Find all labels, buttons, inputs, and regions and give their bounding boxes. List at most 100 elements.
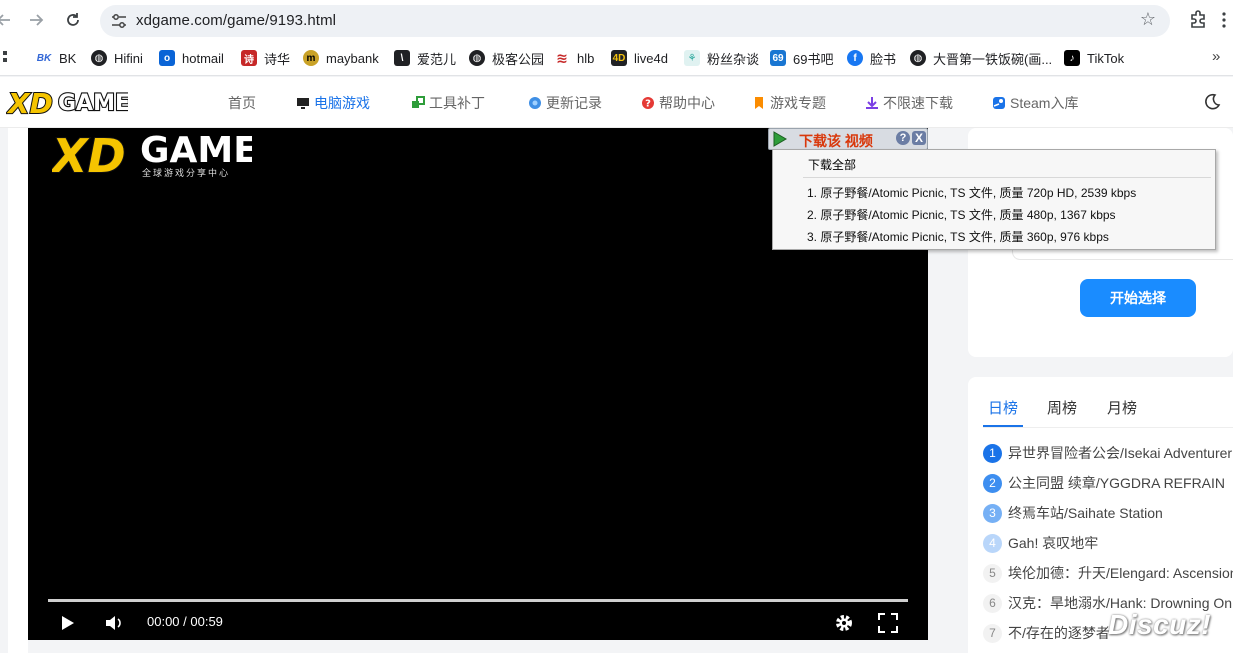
download-option[interactable]: 3. 原子野餐/Atomic Picnic, TS 文件, 质量 360p, 9… (807, 228, 1109, 245)
bookmark-geekpark[interactable]: ◍ 极客公园 (469, 49, 544, 67)
close-icon[interactable]: X (912, 131, 926, 145)
help-icon: ? (642, 97, 654, 110)
play-button[interactable] (58, 612, 78, 634)
list-item[interactable]: 7 不/存在的逐梦者 (983, 623, 1110, 643)
video-time: 00:00 / 00:59 (147, 614, 223, 629)
ifanr-icon: \ (394, 50, 410, 66)
list-item[interactable]: 3 终焉车站/Saihate Station (983, 503, 1163, 523)
list-item[interactable]: 2 公主同盟 续章/YGGDRA REFRAIN (983, 473, 1225, 493)
bookmark-icon (755, 97, 763, 109)
svg-text:GAME: GAME (140, 130, 252, 171)
discuz-watermark: Discuz! (1108, 609, 1212, 640)
bookmark-dajin[interactable]: ◍ 大晋第一铁饭碗(画... (910, 49, 1052, 67)
tab-weekly[interactable]: 周榜 (1047, 397, 1077, 418)
svg-text:XD: XD (6, 87, 53, 120)
bookmark-maybank[interactable]: m maybank (303, 49, 379, 67)
hlb-icon: ≋ (556, 49, 568, 66)
bookmark-live4d[interactable]: 4D live4d (611, 49, 668, 67)
bookmark-shihua[interactable]: 诗诗华 (241, 49, 290, 67)
play-icon (62, 616, 74, 630)
rank-title: 终焉车站/Saihate Station (1008, 505, 1163, 521)
site-settings-icon[interactable] (110, 12, 128, 30)
forward-button[interactable] (24, 8, 48, 32)
rank-title: 异世界冒险者公会/Isekai Adventurer (1008, 445, 1233, 461)
steam-icon (993, 97, 1005, 109)
bookmark-tiktok[interactable]: ♪ TikTok (1064, 49, 1124, 67)
browser-toolbar: xdgame.com/game/9193.html ☆ (0, 0, 1233, 40)
svg-text:GAME: GAME (58, 91, 128, 116)
menu-divider (803, 177, 1211, 178)
reload-button[interactable] (61, 8, 85, 32)
list-item[interactable]: 5 埃伦加德：升天/Elengard: Ascension (983, 563, 1233, 583)
video-progress-bar[interactable] (48, 599, 908, 602)
download-video-bar[interactable]: 下载该 视频 ? X (768, 128, 928, 150)
back-button[interactable] (0, 8, 16, 32)
settings-button[interactable] (833, 612, 855, 634)
dark-mode-icon[interactable] (1203, 93, 1221, 111)
extensions-icon[interactable] (1186, 8, 1210, 32)
rank-badge: 1 (983, 443, 1002, 463)
site-logo[interactable]: XD GAME (6, 85, 128, 121)
bookmark-ifanr[interactable]: \ 爱范儿 (394, 49, 456, 67)
update-icon (529, 97, 541, 109)
apps-grid-icon[interactable] (0, 51, 8, 65)
fullscreen-icon (878, 613, 898, 633)
list-item[interactable]: 4 Gah! 哀叹地牢 (983, 533, 1098, 553)
tab-monthly[interactable]: 月榜 (1107, 397, 1137, 418)
reload-icon (67, 13, 79, 26)
nav-home[interactable]: 首页 (228, 94, 256, 112)
address-bar[interactable]: xdgame.com/game/9193.html ☆ (100, 5, 1170, 37)
globe-icon: ◍ (469, 50, 485, 66)
facebook-icon: f (847, 50, 863, 66)
content-card-edge (8, 128, 28, 653)
download-option[interactable]: 1. 原子野餐/Atomic Picnic, TS 文件, 质量 720p HD… (807, 184, 1136, 201)
bookmark-facebook[interactable]: f 脸书 (847, 49, 896, 67)
bookmark-star-icon[interactable]: ☆ (1140, 9, 1156, 30)
bookmark-fans[interactable]: ⚘ 粉丝杂谈 (684, 49, 759, 67)
bookmark-bk[interactable]: BK BK (36, 49, 77, 67)
bookmark-69shuba[interactable]: 69 69书吧 (770, 49, 833, 67)
69-icon: 69 (770, 50, 786, 66)
fullscreen-button[interactable] (876, 612, 900, 634)
start-select-button[interactable]: 开始选择 (1080, 279, 1196, 317)
nav-help[interactable]: ? 帮助中心 (641, 94, 715, 112)
nav-updates[interactable]: 更新记录 (528, 94, 602, 112)
help-icon[interactable]: ? (896, 131, 910, 145)
site-header: XD GAME 首页 电脑游戏 工具补丁 更新记录 ? 帮助中心 游戏专题 不限… (0, 77, 1233, 128)
nav-tools[interactable]: 工具补丁 (411, 94, 485, 112)
bookmark-hlb[interactable]: ≋ hlb (554, 49, 594, 67)
bookmark-hotmail[interactable]: o hotmail (159, 49, 224, 67)
monitor-icon (297, 98, 309, 109)
shihua-icon: 诗 (241, 50, 257, 66)
globe-icon: ◍ (91, 50, 107, 66)
rank-badge: 5 (983, 563, 1002, 583)
rank-badge: 4 (983, 533, 1002, 553)
nav-steam[interactable]: Steam入库 (992, 94, 1078, 112)
list-item[interactable]: 1 异世界冒险者公会/Isekai Adventurer (983, 443, 1232, 463)
bookmarks-bar: BK BK ◍ Hifini o hotmail 诗诗华 m maybank \ 爱范儿 … (0, 40, 1233, 76)
download-option[interactable]: 2. 原子野餐/Atomic Picnic, TS 文件, 质量 480p, 1… (807, 206, 1116, 223)
rank-badge: 3 (983, 503, 1002, 523)
nav-topics[interactable]: 游戏专题 (752, 94, 826, 112)
download-all-item[interactable]: 下载全部 (808, 156, 856, 173)
tab-daily[interactable]: 日榜 (988, 397, 1018, 418)
volume-button[interactable] (103, 612, 125, 634)
tab-active-underline (983, 425, 1023, 427)
more-bookmarks-icon[interactable]: » (1212, 48, 1220, 65)
download-icon (866, 97, 878, 109)
fans-icon: ⚘ (684, 50, 700, 66)
tools-icon (412, 96, 425, 108)
browser-menu-icon[interactable] (1222, 12, 1226, 28)
outlook-icon: o (159, 50, 175, 66)
nav-pc-games[interactable]: 电脑游戏 (296, 94, 370, 112)
tab-divider (983, 427, 1233, 428)
rank-title: 不/存在的逐梦者 (1008, 625, 1110, 641)
rank-title: Gah! 哀叹地牢 (1008, 535, 1099, 551)
volume-icon (106, 616, 121, 630)
bk-icon: BK (36, 52, 52, 64)
nav-fast-download[interactable]: 不限速下载 (865, 94, 953, 112)
rank-badge: 7 (983, 623, 1002, 643)
bookmark-hifini[interactable]: ◍ Hifini (91, 49, 143, 67)
download-video-label: 下载该 视频 (799, 133, 873, 149)
rank-title: 埃伦加德：升天/Elengard: Ascension (1008, 565, 1233, 581)
